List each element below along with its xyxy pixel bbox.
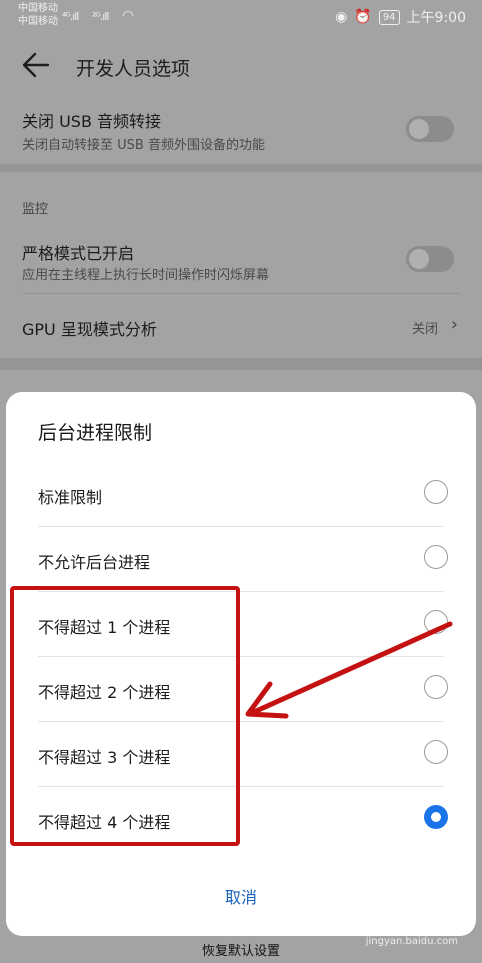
gpu-profiling-value: 关闭	[411, 322, 438, 337]
strict-mode-subtitle: 应用在主线程上执行长时间操作时闪烁屏幕	[22, 268, 270, 283]
annotation-arrow-icon	[245, 621, 453, 719]
section-gap	[0, 164, 482, 172]
alarm-icon: ⏰	[354, 9, 372, 25]
carrier-labels: 中国移动 中国移动	[18, 2, 58, 28]
watermark-logo: Bai♨经验	[399, 908, 462, 924]
monitor-section: 监控 严格模式已开启 应用在主线程上执行长时间操作时闪烁屏幕 GPU 呈现模式分…	[8, 172, 474, 358]
status-right: ◉ ⏰ 94 上午9:00	[335, 7, 466, 27]
usb-audio-title: 关闭 USB 音频转接	[22, 112, 162, 131]
gpu-profiling-title: GPU 呈现模式分析	[22, 320, 157, 339]
divider	[22, 293, 460, 294]
usb-audio-subtitle: 关闭自动转接至 USB 音频外围设备的功能	[22, 138, 265, 153]
usb-audio-toggle[interactable]	[406, 116, 454, 142]
strict-mode-title: 严格模式已开启	[22, 244, 135, 263]
signal-icon: ⁴ᴳ.ıll	[62, 10, 79, 23]
clock: 上午9:00	[406, 10, 466, 26]
section-gap-2	[0, 358, 482, 370]
radio-button[interactable]	[424, 480, 448, 504]
chevron-right-icon: ›	[450, 314, 458, 335]
option-label: 标准限制	[38, 488, 103, 507]
strict-mode-toggle[interactable]	[406, 246, 454, 272]
signal-icon-2: ²ᴳ.ıll	[92, 10, 109, 23]
back-arrow-icon[interactable]	[22, 52, 50, 78]
radio-button[interactable]	[424, 545, 448, 569]
carrier-2: 中国移动	[18, 16, 58, 27]
option-standard-limit[interactable]: 标准限制	[38, 462, 448, 526]
eye-icon: ◉	[335, 9, 348, 25]
watermark-url: jingyan.baidu.com	[365, 936, 458, 947]
carrier-1: 中国移动	[18, 3, 58, 14]
status-bar: 中国移动 中国移动 ⁴ᴳ.ıll ²ᴳ.ıll ◠ ◉ ⏰ 94 上午9:00	[0, 0, 482, 34]
battery-icon: 94	[378, 9, 400, 25]
app-bar: 开发人员选项	[0, 34, 482, 96]
wifi-icon: ◠	[122, 8, 135, 24]
section-label-monitor: 监控	[22, 202, 49, 217]
dialog-title: 后台进程限制	[38, 422, 153, 444]
option-label: 不允许后台进程	[38, 553, 151, 572]
usb-audio-setting[interactable]: 关闭 USB 音频转接 关闭自动转接至 USB 音频外围设备的功能	[8, 96, 474, 164]
option-no-background[interactable]: 不允许后台进程	[38, 527, 448, 591]
radio-button-selected[interactable]	[424, 805, 448, 829]
radio-button[interactable]	[424, 740, 448, 764]
page-title: 开发人员选项	[76, 58, 191, 80]
annotation-highlight-box	[10, 586, 240, 846]
